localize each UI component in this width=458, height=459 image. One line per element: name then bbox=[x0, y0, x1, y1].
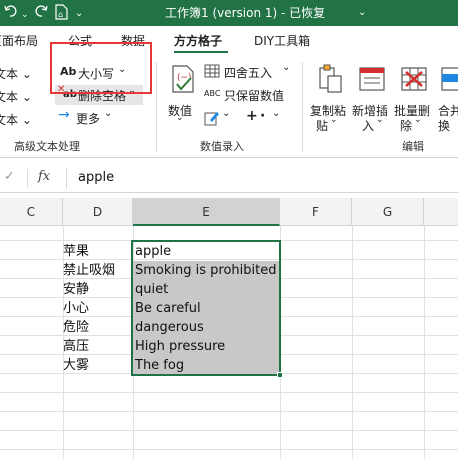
formula-bar: ✓ fx apple bbox=[0, 163, 458, 193]
column-headers: C D E F G bbox=[0, 198, 458, 226]
clipboard-icon bbox=[319, 64, 342, 93]
cell-e[interactable]: Be careful bbox=[133, 299, 280, 318]
text-menu-1[interactable]: 文本 ⌄ bbox=[0, 65, 32, 82]
title-bar: ⌄ ⌂ ⌄ 工作簿1 (version 1) - 已恢复 ⌄ bbox=[0, 0, 458, 26]
delete-grid-icon bbox=[401, 67, 427, 91]
round-label: 四舍五入 bbox=[224, 66, 273, 80]
grid-icon bbox=[204, 64, 220, 78]
edit-icon bbox=[204, 112, 219, 126]
group-divider bbox=[302, 62, 303, 152]
chevron-down-icon: ⌄ bbox=[414, 115, 422, 125]
keep-numeric-label: 只保留数值 bbox=[224, 89, 285, 103]
arrow-right-icon: → bbox=[58, 107, 70, 123]
fx-icon[interactable]: fx bbox=[38, 169, 50, 184]
column-header-h[interactable] bbox=[424, 198, 458, 226]
batch-delete-button[interactable]: 批量删 除 ⌄ bbox=[394, 62, 436, 133]
formula-input[interactable]: apple bbox=[78, 170, 114, 185]
column-header-f[interactable]: F bbox=[280, 198, 352, 226]
number-format-button[interactable]: ⌄ bbox=[204, 108, 244, 128]
highlight-box bbox=[50, 42, 152, 94]
window-title: 工作簿1 (version 1) - 已恢复 bbox=[165, 6, 326, 20]
dot-icon: · bbox=[260, 108, 266, 124]
cell-e[interactable]: quiet bbox=[133, 280, 280, 299]
batch-delete-label-2: 除 bbox=[400, 119, 413, 133]
cell-d[interactable]: 高压 bbox=[63, 337, 133, 356]
chevron-down-icon: ⌄ bbox=[330, 115, 338, 125]
keep-numeric-button[interactable]: ABC 只保留数值 bbox=[204, 85, 294, 105]
text-menu-3[interactable]: 文本 ⌄ bbox=[0, 111, 32, 128]
plus-icon: + bbox=[246, 108, 258, 124]
add-insert-button[interactable]: 新增插 入 ⌄ bbox=[352, 62, 394, 133]
undo-icon[interactable] bbox=[4, 4, 18, 18]
file-icon[interactable]: ⌂ bbox=[55, 4, 68, 20]
insert-rows-icon bbox=[359, 67, 385, 91]
chevron-down-icon: ⌄ bbox=[272, 108, 281, 119]
tab-diy-toolbox[interactable]: DIY工具箱 bbox=[254, 32, 310, 49]
fill-handle[interactable] bbox=[277, 372, 283, 378]
undo-dropdown-icon[interactable]: ⌄ bbox=[21, 10, 29, 20]
formula-divider bbox=[27, 169, 28, 187]
chevron-down-icon: ⌄ bbox=[222, 108, 231, 119]
cell-d[interactable]: 大雾 bbox=[63, 356, 133, 375]
svg-text:⌂: ⌂ bbox=[58, 10, 63, 19]
group-label-advanced-text: 高级文本处理 bbox=[14, 140, 80, 153]
check-icon[interactable]: ✓ bbox=[4, 169, 15, 184]
cell-e[interactable]: High pressure bbox=[133, 337, 280, 356]
redo-icon[interactable] bbox=[34, 4, 48, 18]
tab-fangfang[interactable]: 方方格子 bbox=[174, 32, 222, 49]
numeric-icon: (−) bbox=[172, 65, 194, 93]
chevron-down-icon: ⌄ bbox=[176, 113, 184, 123]
numeric-button[interactable]: (−) 数值 ⌄ bbox=[166, 62, 200, 123]
merge-icon bbox=[441, 67, 458, 91]
cell-d[interactable]: 小心 bbox=[63, 299, 133, 318]
copy-paste-button[interactable]: 复制粘 贴 ⌄ bbox=[310, 62, 352, 133]
cell-d[interactable]: 苹果 bbox=[63, 242, 133, 261]
cell-d[interactable]: 安静 bbox=[63, 280, 133, 299]
cell-d[interactable]: 禁止吸烟 bbox=[63, 261, 133, 280]
column-header-d[interactable]: D bbox=[63, 198, 133, 226]
copy-paste-label-2: 贴 bbox=[316, 119, 329, 133]
add-insert-label-2: 入 bbox=[362, 119, 375, 133]
more-label: 更多 bbox=[76, 112, 101, 126]
tab-page-layout[interactable]: 页面布局 bbox=[0, 32, 38, 49]
sheet-grid[interactable]: 苹果 禁止吸烟 安静 小心 危险 高压 大雾 apple Smoking is … bbox=[0, 226, 458, 459]
group-label-edit: 编辑 bbox=[402, 140, 424, 153]
column-header-c[interactable]: C bbox=[0, 198, 63, 226]
text-menu-2[interactable]: 文本 ⌄ bbox=[0, 88, 32, 105]
group-label-numeric-input: 数值录入 bbox=[200, 140, 244, 153]
chevron-down-icon: ⌄ bbox=[282, 62, 291, 73]
merge-convert-button[interactable]: 合并 换 bbox=[436, 62, 458, 133]
quick-access-more-icon[interactable]: ⌄ bbox=[75, 8, 83, 19]
abc-icon: ABC bbox=[204, 89, 221, 98]
svg-text:(−): (−) bbox=[177, 73, 192, 83]
chevron-down-icon: ⌄ bbox=[104, 108, 113, 119]
plus-minus-button[interactable]: + · ⌄ bbox=[246, 108, 286, 128]
title-dropdown-icon[interactable]: ⌄ bbox=[358, 7, 366, 18]
cell-e[interactable]: The fog bbox=[133, 356, 280, 375]
cell-e[interactable]: Smoking is prohibited bbox=[133, 261, 280, 280]
cell-d[interactable]: 危险 bbox=[63, 318, 133, 337]
column-header-e[interactable]: E bbox=[133, 198, 280, 226]
cell-e-active[interactable]: apple bbox=[133, 242, 280, 261]
merge-convert-label-2: 换 bbox=[438, 119, 451, 133]
formula-divider bbox=[66, 167, 67, 189]
group-divider bbox=[156, 62, 157, 152]
round-button[interactable]: 四舍五入 ⌄ bbox=[204, 62, 294, 82]
cell-e[interactable]: dangerous bbox=[133, 318, 280, 337]
more-button[interactable]: → 更多 ⌄ bbox=[58, 107, 128, 128]
active-tab-indicator bbox=[174, 51, 228, 53]
column-header-g[interactable]: G bbox=[352, 198, 424, 226]
chevron-down-icon: ⌄ bbox=[376, 115, 384, 125]
